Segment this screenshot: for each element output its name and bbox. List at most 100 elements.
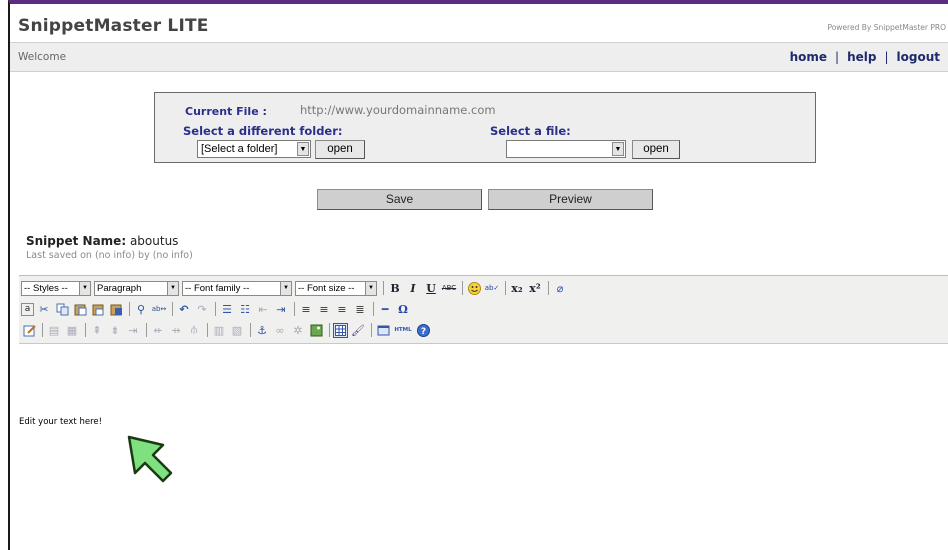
current-file-label: Current File : [185,105,267,118]
find-icon[interactable]: ⚲ [133,301,149,317]
toolbar-separator [207,323,208,337]
underline-icon[interactable]: U [423,280,439,296]
align-right-icon[interactable]: ≡ [334,301,350,317]
folder-label: Select a different folder: [183,124,343,138]
chevron-down-icon: ▼ [280,281,291,295]
merge-cells-icon[interactable]: ▧ [229,322,245,338]
link-icon[interactable]: ∞ [272,322,288,338]
welcome-text: Welcome [18,51,67,63]
insert-col-before-icon[interactable]: ⇷ [150,322,166,338]
emoticon-icon[interactable] [466,280,482,296]
file-label: Select a file: [490,124,571,138]
anchor-icon[interactable]: ⚓ [254,322,270,338]
insert-row-before-icon[interactable]: ⇞ [89,322,105,338]
bold-icon[interactable]: B [387,280,403,296]
format-select-value: Paragraph [97,282,142,294]
pointer-arrow-icon [127,435,173,483]
italic-icon[interactable]: I [405,280,421,296]
chevron-down-icon: ▼ [79,281,90,295]
preview-button[interactable]: Preview [488,189,653,210]
snippet-name-value: aboutus [129,234,179,248]
delete-row-icon[interactable]: ⇥ [125,322,141,338]
toolbar-separator [250,323,251,337]
toolbar-separator [373,302,374,316]
file-select[interactable]: ▼ [506,140,626,158]
image-icon[interactable] [308,322,324,338]
numbered-list-icon[interactable]: ☷ [237,301,253,317]
horizontal-rule-icon[interactable]: ━ [377,301,393,317]
redo-icon[interactable]: ↷ [194,301,210,317]
toolbar-separator [294,302,295,316]
header: SnippetMaster LITE Powered By SnippetMas… [10,4,948,42]
toolbar-separator [462,281,463,295]
paste-word-icon[interactable] [108,301,124,317]
table-row-props-icon[interactable]: ▤ [46,322,62,338]
snippet-name: Snippet Name: aboutus [26,234,178,248]
indent-icon[interactable]: ⇥ [273,301,289,317]
editor-toolbar: -- Styles -- ▼ Paragraph ▼ -- Font family … [19,276,948,344]
styles-select[interactable]: -- Styles -- ▼ [21,280,91,296]
toolbar-separator [85,323,86,337]
paste-text-icon[interactable] [90,301,106,317]
toolbar-separator [548,281,549,295]
app-title: SnippetMaster LITE [18,16,209,36]
align-justify-icon[interactable]: ≣ [352,301,368,317]
select-all-icon[interactable]: a [21,302,34,316]
delete-col-icon[interactable]: ⫛ [186,322,202,338]
folder-open-button[interactable]: open [315,140,365,159]
help-link[interactable]: help [847,50,876,64]
editor-content-area[interactable]: Edit your text here! [19,345,948,550]
file-open-button[interactable]: open [632,140,680,159]
chevron-down-icon: ▼ [297,142,309,156]
chevron-down-icon: ▼ [612,142,624,156]
folder-select[interactable]: [Select a folder] ▼ [197,140,311,158]
strikethrough-icon[interactable]: ABC [441,280,457,296]
unlink-icon[interactable]: ✲ [290,322,306,338]
logout-link[interactable]: logout [897,50,940,64]
paste-icon[interactable] [72,301,88,317]
toolbar-separator [146,323,147,337]
toolbar-separator [172,302,173,316]
nav-bar: Welcome home | help | logout [10,42,948,72]
font-size-select-value: -- Font size -- [298,282,355,294]
align-left-icon[interactable]: ≡ [298,301,314,317]
table-icon[interactable] [333,322,348,338]
outdent-icon[interactable]: ⇤ [255,301,271,317]
insert-row-after-icon[interactable]: ⇟ [107,322,123,338]
home-link[interactable]: home [790,50,827,64]
fullscreen-icon[interactable] [375,322,391,338]
toolbar-row-1: -- Styles -- ▼ Paragraph ▼ -- Font family … [21,279,570,297]
table-cell-props-icon[interactable]: ▦ [64,322,80,338]
toolbar-separator [371,323,372,337]
cleanup-icon[interactable]: 🖌 [350,322,366,338]
font-family-select[interactable]: -- Font family -- ▼ [182,280,292,296]
save-button[interactable]: Save [317,189,482,210]
align-center-icon[interactable]: ≡ [316,301,332,317]
bulleted-list-icon[interactable]: ☰ [219,301,235,317]
toolbar-separator [215,302,216,316]
folder-select-value: [Select a folder] [201,143,278,155]
special-char-icon[interactable]: Ω [395,301,411,317]
spellcheck-icon[interactable]: ab✓ [484,280,500,296]
remove-format-icon[interactable]: ⌀ [552,280,568,296]
superscript-icon[interactable]: x² [527,280,543,296]
app-frame: SnippetMaster LITE Powered By SnippetMas… [8,0,948,550]
subscript-icon[interactable]: x₂ [509,280,525,296]
insert-col-after-icon[interactable]: ⇸ [168,322,184,338]
current-file-value: http://www.yourdomainname.com [300,103,496,117]
font-size-select[interactable]: -- Font size -- ▼ [295,280,377,296]
split-cells-icon[interactable]: ▥ [211,322,227,338]
copy-icon[interactable] [54,301,70,317]
file-selection-panel: Current File : http://www.yourdomainname… [154,92,816,163]
undo-icon[interactable]: ↶ [176,301,192,317]
html-source-icon[interactable]: HTML [393,322,413,338]
toolbar-row-2: a ✂ ⚲ ab↔ ↶ ↷ ☰ ☷ ⇤ ⇥ ≡ ≡ ≡ ≣ ━ Ω [21,300,413,318]
edit-icon[interactable] [21,322,37,338]
toolbar-separator [505,281,506,295]
replace-icon[interactable]: ab↔ [151,301,167,317]
editor-text: Edit your text here! [19,417,103,427]
help-icon[interactable]: ? [415,322,431,338]
cut-icon[interactable]: ✂ [36,301,52,317]
toolbar-separator [329,323,330,337]
format-select[interactable]: Paragraph ▼ [94,280,179,296]
